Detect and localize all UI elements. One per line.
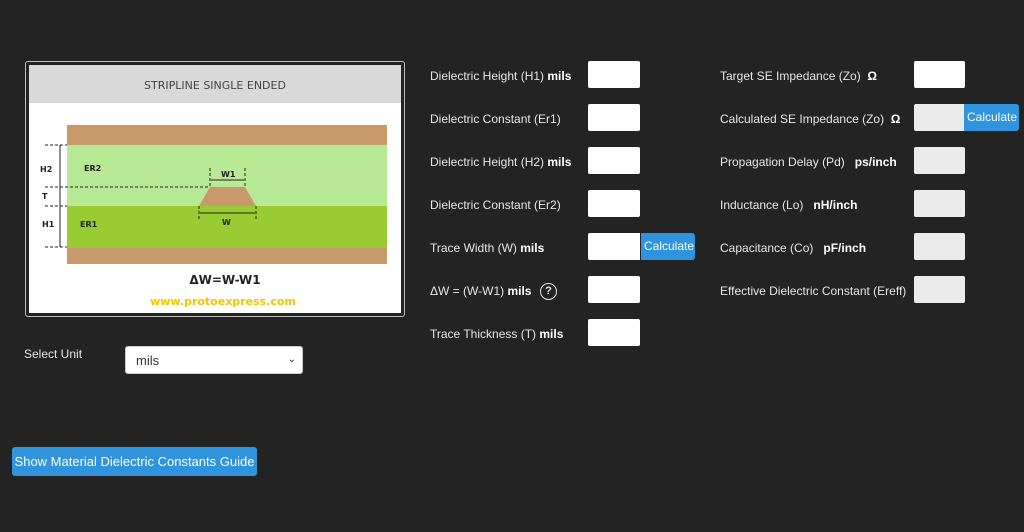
w1-label: W1 (221, 170, 236, 179)
label: Propagation Delay (Pd) ps/inch (720, 155, 897, 169)
label: Effective Dielectric Constant (Ereff) (720, 284, 907, 298)
label: Dielectric Height (H1) mils (430, 69, 572, 83)
calculate-impedance-button[interactable]: Calculate (964, 104, 1019, 131)
trace-thickness-input[interactable] (588, 319, 640, 346)
label: Dielectric Constant (Er1) (430, 112, 561, 126)
top-copper (67, 125, 387, 145)
unit-select-value: mils (136, 353, 160, 368)
t-label: T (42, 192, 48, 201)
chevron-down-icon: ⌄ (287, 354, 296, 365)
h2-label: H2 (40, 165, 52, 174)
er1-layer (67, 206, 387, 248)
delta-w-input[interactable] (588, 276, 640, 303)
trace-width-input[interactable] (588, 233, 640, 260)
label: Dielectric Height (H2) mils (430, 155, 572, 169)
stripline-diagram: STRIPLINE SINGLE ENDED H2 T H1 ER2 ER1 W… (25, 61, 405, 317)
dielectric-height-h2-input[interactable] (588, 147, 640, 174)
show-dielectric-guide-button[interactable]: Show Material Dielectric Constants Guide (12, 447, 257, 476)
label: Trace Width (W) mils (430, 241, 545, 255)
effective-dielectric-constant-output (914, 276, 965, 303)
target-impedance-input[interactable] (914, 61, 965, 88)
er2-label: ER2 (84, 164, 101, 173)
capacitance-output (914, 233, 965, 260)
dielectric-height-h1-input[interactable] (588, 61, 640, 88)
formula: ΔW=W-W1 (189, 273, 260, 287)
diagram-title: STRIPLINE SINGLE ENDED (144, 79, 286, 92)
calculated-impedance-output (914, 104, 965, 131)
label: Dielectric Constant (Er2) (430, 198, 561, 212)
label: Calculated SE Impedance (Zo) Ω (720, 112, 901, 126)
label: Target SE Impedance (Zo) Ω (720, 69, 878, 83)
help-icon[interactable]: ? (540, 283, 557, 300)
dielectric-constant-er1-input[interactable] (588, 104, 640, 131)
label: Trace Thickness (T) mils (430, 327, 564, 341)
label: Inductance (Lo) nH/inch (720, 198, 858, 212)
dielectric-constant-er2-input[interactable] (588, 190, 640, 217)
unit-select[interactable]: mils ⌄ (125, 346, 303, 374)
website-watermark: www.protoexpress.com (150, 295, 296, 308)
label: Capacitance (Co) pF/inch (720, 241, 867, 255)
propagation-delay-output (914, 147, 965, 174)
h1-label: H1 (42, 220, 55, 229)
bottom-copper (67, 248, 387, 264)
label: ΔW = (W-W1) mils (430, 284, 532, 298)
select-unit-label: Select Unit (24, 347, 83, 361)
inductance-output (914, 190, 965, 217)
w-label: W (222, 218, 231, 227)
er1-label: ER1 (80, 220, 98, 229)
calculate-trace-width-button[interactable]: Calculate (641, 233, 695, 260)
